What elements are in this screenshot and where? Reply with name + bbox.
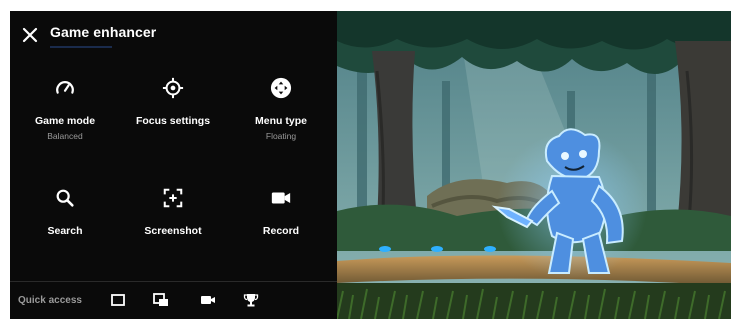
tile-label: Game mode <box>34 115 96 127</box>
speedometer-icon <box>56 81 74 94</box>
tile-sublabel: Balanced <box>47 131 83 141</box>
tile-focus-settings[interactable]: Focus settings <box>118 77 228 167</box>
search-icon <box>56 189 74 207</box>
tile-sublabel: Floating <box>265 131 297 141</box>
game-enhancer-panel: Game enhancer Game mode Balanced Focus s… <box>10 11 337 319</box>
tile-label: Focus settings <box>135 115 211 127</box>
tile-menu-type[interactable]: Menu type Floating <box>226 77 336 167</box>
window-icon[interactable] <box>110 292 126 308</box>
tile-label: Search <box>47 225 83 237</box>
tile-game-mode[interactable]: Game mode Balanced <box>10 77 120 167</box>
trophy-icon[interactable] <box>243 292 259 308</box>
gamepad-circle-icon <box>270 77 292 99</box>
crosshair-icon <box>162 77 184 99</box>
video-camera-icon[interactable] <box>200 292 216 308</box>
phone-screen: Game enhancer Game mode Balanced Focus s… <box>10 11 731 319</box>
video-camera-icon <box>271 192 291 204</box>
screenshot-icon <box>163 188 183 208</box>
panel-title: Game enhancer <box>50 24 157 40</box>
tile-label: Menu type <box>255 115 307 127</box>
tile-label: Record <box>262 225 300 237</box>
panel-header: Game enhancer <box>10 11 337 59</box>
tile-screenshot[interactable]: Screenshot <box>118 187 228 277</box>
quick-access-label: Quick access <box>18 295 82 306</box>
close-icon[interactable] <box>20 25 40 45</box>
tile-label: Screenshot <box>144 225 202 237</box>
tile-record[interactable]: Record <box>226 187 336 277</box>
game-scene <box>337 11 731 319</box>
multi-window-icon[interactable] <box>153 292 169 308</box>
title-underline <box>50 46 112 48</box>
quick-access-bar: Quick access <box>10 282 337 319</box>
tile-search[interactable]: Search <box>10 187 120 277</box>
